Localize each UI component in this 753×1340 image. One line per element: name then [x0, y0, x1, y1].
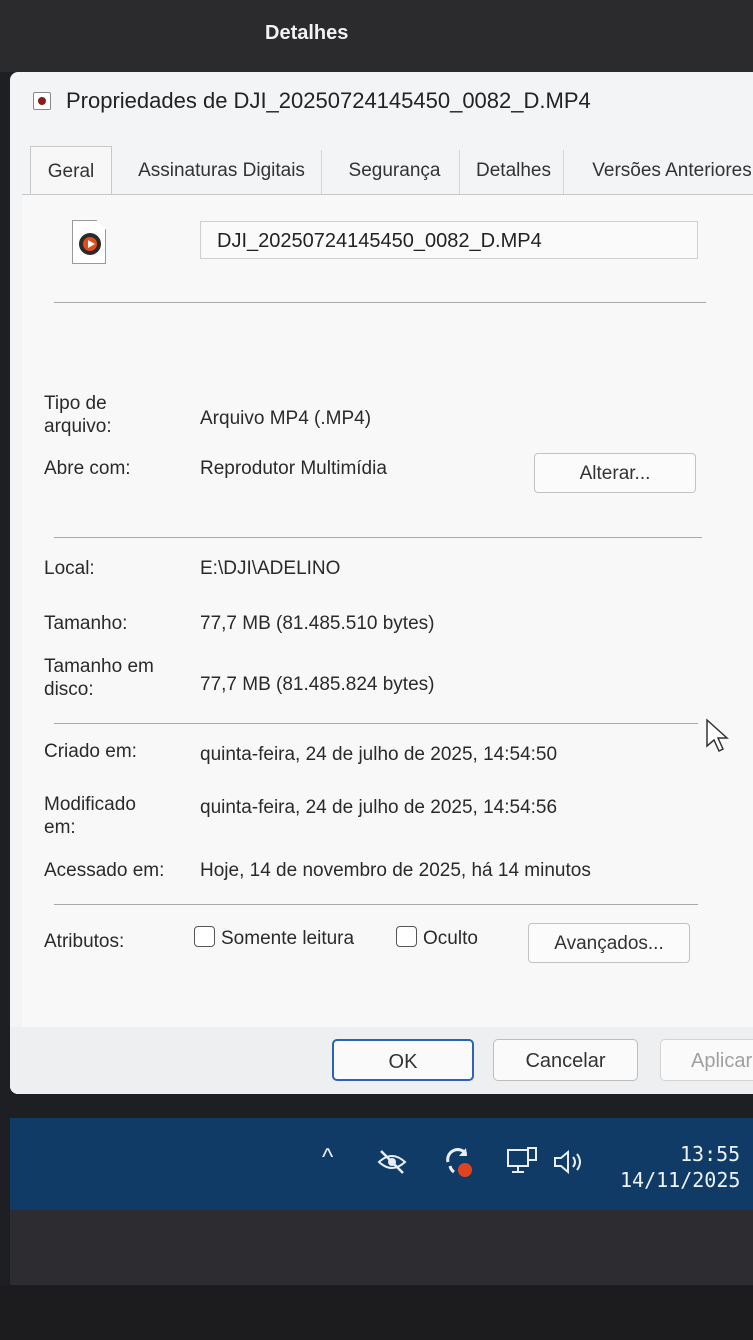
background-window-title: Detalhes — [265, 22, 349, 44]
sync-record-icon[interactable] — [440, 1144, 476, 1180]
advanced-button[interactable]: Avançados... — [528, 923, 690, 963]
disk-size-label: Tamanho em disco: — [44, 656, 154, 700]
tab-assinaturas-digitais[interactable]: Assinaturas Digitais — [122, 150, 322, 196]
separator — [54, 723, 698, 724]
properties-dialog: Propriedades de DJI_20250724145450_0082_… — [10, 72, 753, 1094]
speaker-icon[interactable] — [552, 1148, 586, 1176]
clock-time[interactable]: 13:55 — [680, 1142, 740, 1166]
size-value: 77,7 MB (81.485.510 bytes) — [200, 613, 435, 634]
disk-size-value: 77,7 MB (81.485.824 bytes) — [200, 674, 435, 695]
tab-strip: Geral Assinaturas Digitais Segurança Det… — [22, 146, 753, 196]
ok-button[interactable]: OK — [332, 1039, 474, 1081]
mp4-file-icon — [72, 220, 106, 264]
attributes-label: Atributos: — [44, 931, 125, 952]
dialog-titlebar[interactable]: Propriedades de DJI_20250724145450_0082_… — [10, 72, 753, 134]
background-window-titlebar: Detalhes — [0, 0, 753, 72]
separator — [54, 537, 702, 538]
general-tab-panel: DJI_20250724145450_0082_D.MP4 Tipo de ar… — [22, 194, 753, 1029]
clock-date[interactable]: 14/11/2025 — [620, 1168, 740, 1192]
file-name-input[interactable]: DJI_20250724145450_0082_D.MP4 — [200, 221, 698, 259]
hidden-checkbox-label: Oculto — [423, 928, 478, 949]
hidden-checkbox[interactable]: Oculto — [396, 926, 478, 950]
monitor-bezel — [10, 1210, 753, 1285]
modified-label: Modificado em: — [44, 794, 136, 838]
mouse-cursor-icon — [706, 718, 729, 753]
tab-detalhes[interactable]: Detalhes — [464, 150, 564, 196]
separator — [54, 302, 706, 303]
created-value: quinta-feira, 24 de julho de 2025, 14:54… — [200, 744, 558, 765]
dialog-title: Propriedades de DJI_20250724145450_0082_… — [66, 88, 591, 113]
file-type-label: Tipo de arquivo: — [44, 393, 112, 437]
apply-button[interactable]: Aplicar — [660, 1039, 753, 1081]
location-label: Local: — [44, 558, 95, 579]
dialog-footer: OK Cancelar Aplicar — [10, 1027, 753, 1094]
size-label: Tamanho: — [44, 613, 128, 634]
opens-with-label: Abre com: — [44, 458, 131, 479]
readonly-checkbox[interactable]: Somente leitura — [194, 926, 355, 950]
checkbox-square — [194, 926, 215, 948]
checkbox-square — [396, 926, 417, 948]
change-app-button[interactable]: Alterar... — [534, 453, 696, 493]
tab-versoes-anteriores[interactable]: Versões Anteriores — [572, 150, 753, 196]
accessed-value: Hoje, 14 de novembro de 2025, há 14 minu… — [200, 860, 591, 881]
accessed-label: Acessado em: — [44, 860, 165, 881]
taskbar: ^ 13:55 14/11/2025 — [10, 1118, 753, 1210]
cancel-button[interactable]: Cancelar — [493, 1039, 638, 1081]
created-label: Criado em: — [44, 741, 137, 762]
network-icon[interactable] — [506, 1146, 540, 1178]
separator — [54, 904, 698, 905]
tab-geral[interactable]: Geral — [30, 146, 112, 196]
monitor-base — [0, 1285, 753, 1340]
opens-with-value: Reprodutor Multimídia — [200, 458, 387, 479]
location-value: E:\DJI\ADELINO — [200, 558, 341, 579]
chevron-up-icon[interactable]: ^ — [322, 1144, 333, 1172]
tab-seguranca[interactable]: Segurança — [330, 150, 460, 196]
file-type-value: Arquivo MP4 (.MP4) — [200, 408, 372, 429]
modified-value: quinta-feira, 24 de julho de 2025, 14:54… — [200, 797, 558, 818]
eye-off-icon[interactable] — [376, 1148, 408, 1176]
media-file-app-icon — [33, 92, 51, 110]
readonly-checkbox-label: Somente leitura — [221, 928, 355, 949]
